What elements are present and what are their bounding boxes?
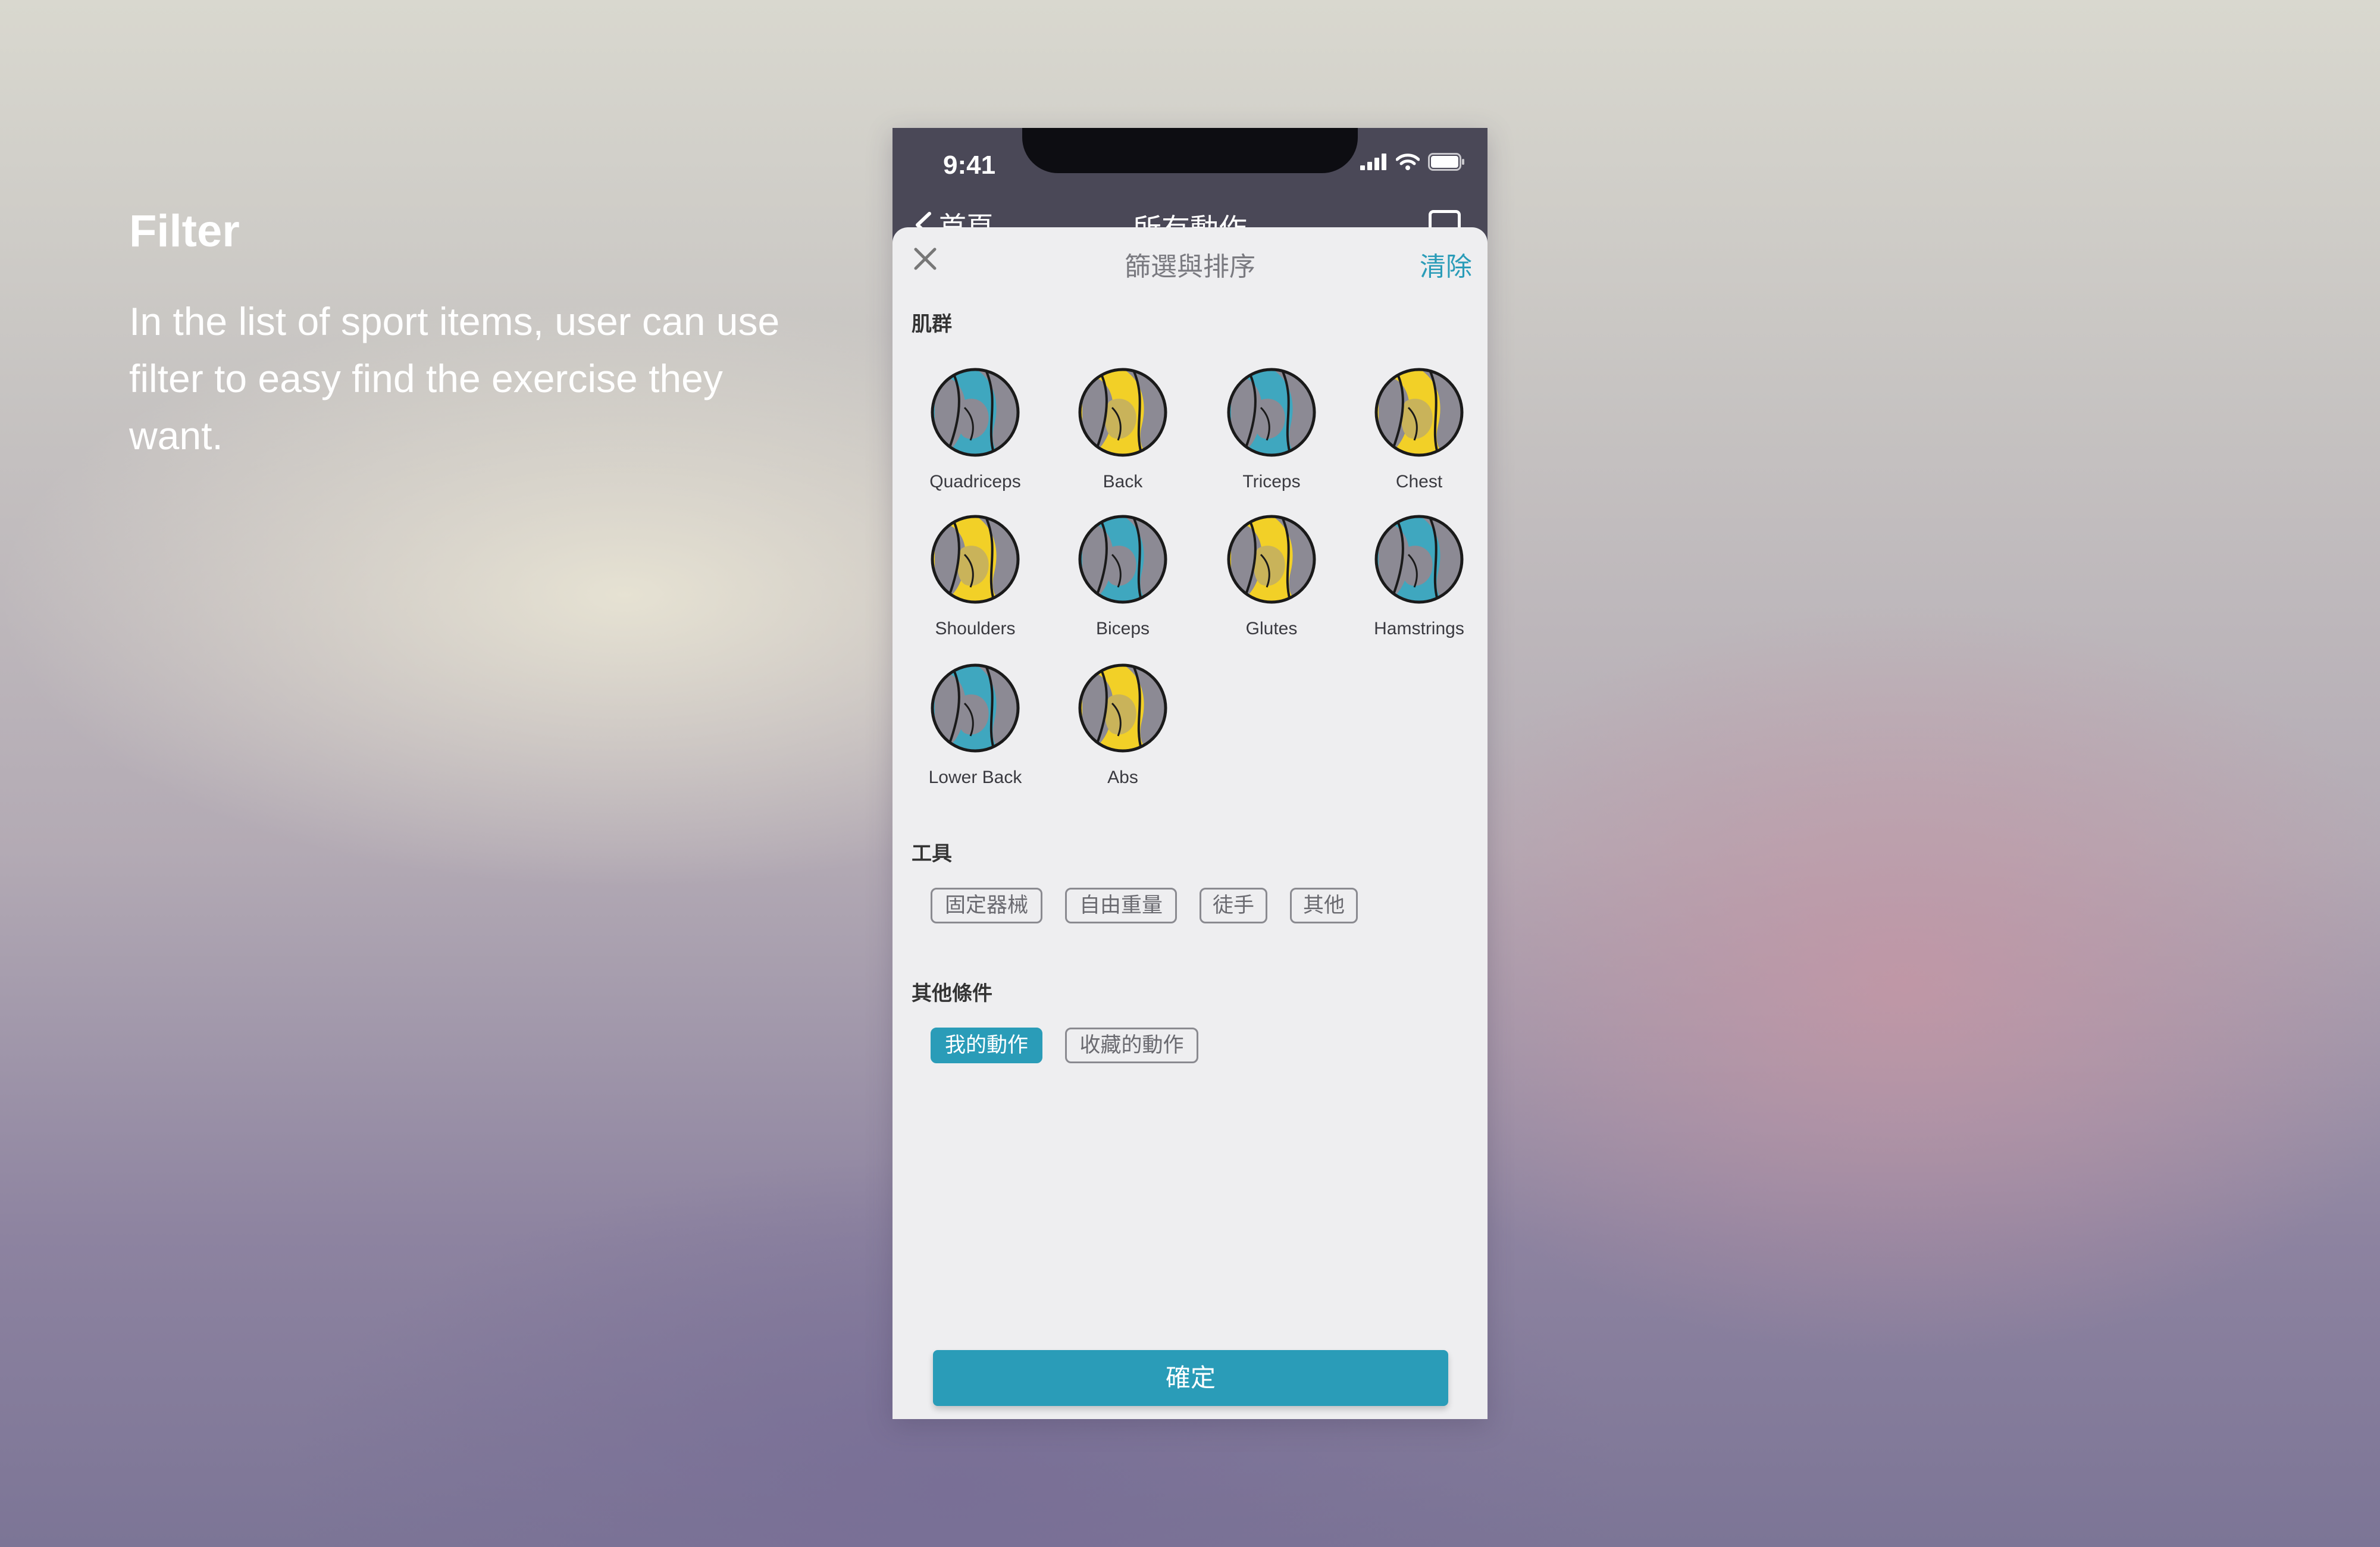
muscle-item-abs[interactable]: Abs [1054,662,1191,788]
chip-my-exercises[interactable]: 我的動作 [931,1028,1042,1063]
back-icon [1078,368,1167,457]
filter-sheet: 篩選與排序 清除 肌群 工具 固定器械 自由重量 徒手 其他 其他條件 我的動作… [892,227,1488,1419]
chip-equipment-free-weights[interactable]: 自由重量 [1065,888,1177,923]
muscle-item-glutes[interactable]: Glutes [1203,513,1340,639]
shoulders-icon [931,515,1020,604]
glutes-icon [1227,515,1316,604]
triceps-icon [1227,368,1316,457]
muscle-item-lower-back[interactable]: Lower Back [907,662,1044,788]
phone-notch [1022,128,1358,173]
phone-mockup: 9:41 首頁 所有動作 篩選與排序 清除 肌群 [892,128,1488,1419]
biceps-icon [1078,515,1167,604]
muscle-label: Abs [1107,768,1138,787]
status-icons [1360,153,1465,171]
cellular-signal-icon [1360,154,1386,170]
chip-equipment-other[interactable]: 其他 [1290,888,1358,923]
muscle-label: Biceps [1095,619,1150,638]
lower-back-icon [931,663,1020,753]
status-time: 9:41 [943,151,996,180]
muscle-label: Glutes [1245,619,1298,638]
muscle-item-biceps[interactable]: Biceps [1054,513,1191,639]
muscle-section-label: 肌群 [912,312,952,336]
muscle-label: Shoulders [935,619,1016,638]
quadriceps-icon [931,368,1020,457]
wifi-icon [1396,154,1420,170]
equipment-section-label: 工具 [912,842,952,866]
chip-equipment-bodyweight[interactable]: 徒手 [1200,888,1267,923]
chip-favorite-exercises[interactable]: 收藏的動作 [1065,1028,1198,1063]
hamstrings-icon [1374,515,1464,604]
muscle-label: Back [1103,472,1143,491]
other-section-label: 其他條件 [912,982,992,1006]
muscle-label: Quadriceps [929,472,1021,491]
chest-icon [1374,368,1464,457]
battery-icon [1428,153,1464,171]
muscle-item-hamstrings[interactable]: Hamstrings [1351,513,1488,639]
muscle-label: Triceps [1242,472,1301,491]
intro-description: In the list of sport items, user can use… [129,299,780,458]
clear-button[interactable]: 清除 [1420,245,1472,283]
chip-equipment-fixed-machine[interactable]: 固定器械 [931,888,1042,923]
intro-title: Filter [129,206,240,256]
muscle-label: Hamstrings [1374,619,1464,638]
intro-text: Filter In the list of sport items, user … [129,205,784,464]
muscle-item-triceps[interactable]: Triceps [1203,366,1340,492]
muscle-item-back[interactable]: Back [1054,366,1191,492]
sheet-title: 篩選與排序 [1125,252,1255,282]
muscle-item-quadriceps[interactable]: Quadriceps [907,366,1044,492]
muscle-label: Lower Back [928,768,1022,787]
muscle-label: Chest [1395,472,1443,491]
muscle-item-shoulders[interactable]: Shoulders [907,513,1044,639]
abs-icon [1078,663,1167,753]
muscle-item-chest[interactable]: Chest [1351,366,1488,492]
confirm-button[interactable]: 確定 [933,1350,1448,1406]
